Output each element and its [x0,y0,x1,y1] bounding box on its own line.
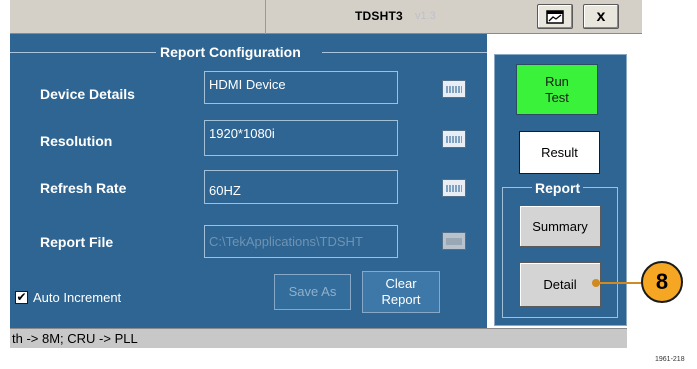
device-details-field[interactable]: HDMI Device [204,71,398,104]
report-file-label: Report File [40,234,114,250]
figure-id: 1961-218 [655,356,685,363]
group-border [322,52,487,53]
result-button[interactable]: Result [519,131,600,174]
window-title: TDSHT3 [355,9,403,23]
report-file-field: C:\TekApplications\TDSHT [204,225,398,258]
detail-button[interactable]: Detail [519,262,601,307]
refresh-rate-label: Refresh Rate [40,180,127,196]
close-button[interactable]: x [583,4,619,29]
run-test-button[interactable]: Run Test [516,64,598,115]
resolution-label: Resolution [40,133,113,149]
auto-increment-label: Auto Increment [33,290,122,305]
restore-window-button[interactable] [537,4,573,29]
resolution-field[interactable]: 1920*1080i [204,120,398,156]
report-configuration-title: Report Configuration [160,44,301,60]
keyboard-icon[interactable] [442,130,466,148]
group-border [10,52,156,53]
keyboard-icon[interactable] [442,80,466,98]
callout-leader [596,282,643,284]
callout-pointer [592,279,600,287]
report-group-title: Report [532,180,584,196]
window-version: v1.3 [415,10,436,22]
summary-button[interactable]: Summary [519,205,601,247]
keyboard-icon [442,232,466,250]
keyboard-icon[interactable] [442,179,466,197]
status-bar: th -> 8M; CRU -> PLL [10,328,627,348]
title-divider [265,0,266,34]
auto-increment-checkbox[interactable]: ✔ [15,291,28,304]
save-as-button: Save As [274,274,351,310]
window-icon [546,9,564,24]
clear-report-button[interactable]: Clear Report [362,271,440,313]
callout-badge: 8 [641,261,683,303]
device-details-label: Device Details [40,86,135,102]
refresh-rate-field[interactable]: 60HZ [204,170,398,204]
